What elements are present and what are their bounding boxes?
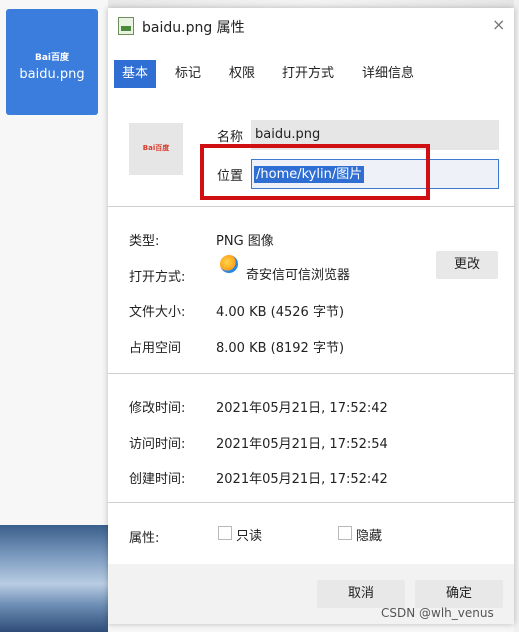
watermark-text: CSDN @wlh_venus [381, 606, 494, 620]
baidu-thumbnail-icon: Bai百度 [142, 144, 170, 152]
browser-icon [220, 255, 238, 273]
type-value: PNG 图像 [216, 234, 274, 249]
accessed-value: 2021年05月21日, 17:52:54 [216, 437, 388, 452]
created-label: 创建时间: [129, 472, 186, 487]
ok-button[interactable]: 确定 [415, 580, 503, 608]
divider [108, 373, 514, 374]
open-with-value: 奇安信可信浏览器 [246, 268, 351, 283]
close-icon[interactable]: × [492, 15, 505, 34]
file-thumbnail: Bai百度 [129, 123, 183, 175]
tab-details[interactable]: 详细信息 [362, 60, 414, 88]
cancel-button[interactable]: 取消 [317, 580, 405, 608]
image-file-icon [118, 17, 134, 35]
tab-open-with[interactable]: 打开方式 [282, 60, 334, 88]
name-label: 名称 [217, 130, 244, 145]
tab-basic[interactable]: 基本 [114, 60, 157, 88]
desktop-file-label: baidu.png [19, 67, 85, 82]
baidu-logo-icon: Bai百度 [34, 53, 70, 63]
disk-usage-label: 占用空间 [129, 341, 182, 356]
name-value: baidu.png [255, 127, 321, 142]
desktop-right-strip [514, 0, 519, 632]
tab-tags[interactable]: 标记 [175, 60, 201, 88]
properties-dialog: baidu.png 属性 × 基本 标记 权限 打开方式 详细信息 Bai百度 … [108, 8, 514, 624]
type-label: 类型: [129, 234, 160, 249]
hidden-checkbox[interactable] [338, 526, 352, 540]
desktop-file-icon[interactable]: Bai百度 baidu.png [6, 9, 98, 115]
created-value: 2021年05月21日, 17:52:42 [216, 472, 388, 487]
dialog-title: baidu.png 属性 [142, 20, 245, 36]
accessed-label: 访问时间: [129, 437, 186, 452]
open-with-label: 打开方式: [129, 270, 186, 285]
tab-bar: 基本 标记 权限 打开方式 详细信息 [108, 60, 514, 88]
tab-permissions[interactable]: 权限 [229, 60, 255, 88]
change-app-button[interactable]: 更改 [436, 251, 498, 279]
modified-value: 2021年05月21日, 17:52:42 [216, 401, 388, 416]
size-label: 文件大小: [129, 305, 186, 320]
attributes-label: 属性: [129, 531, 160, 546]
divider [108, 502, 514, 503]
divider [108, 206, 514, 207]
readonly-label[interactable]: 只读 [236, 525, 262, 544]
desktop-top-strip [108, 0, 519, 8]
modified-label: 修改时间: [129, 401, 186, 416]
size-value: 4.00 KB (4526 字节) [216, 305, 345, 320]
highlight-annotation-box [200, 144, 430, 200]
desktop-wallpaper [0, 525, 108, 632]
readonly-checkbox[interactable] [218, 526, 232, 540]
basic-tab-content: Bai百度 名称 baidu.png 位置 /home/kylin/图片 类型:… [108, 88, 514, 564]
disk-usage-value: 8.00 KB (8192 字节) [216, 341, 345, 356]
hidden-label[interactable]: 隐藏 [356, 525, 382, 544]
title-bar[interactable]: baidu.png 属性 × [108, 8, 514, 44]
